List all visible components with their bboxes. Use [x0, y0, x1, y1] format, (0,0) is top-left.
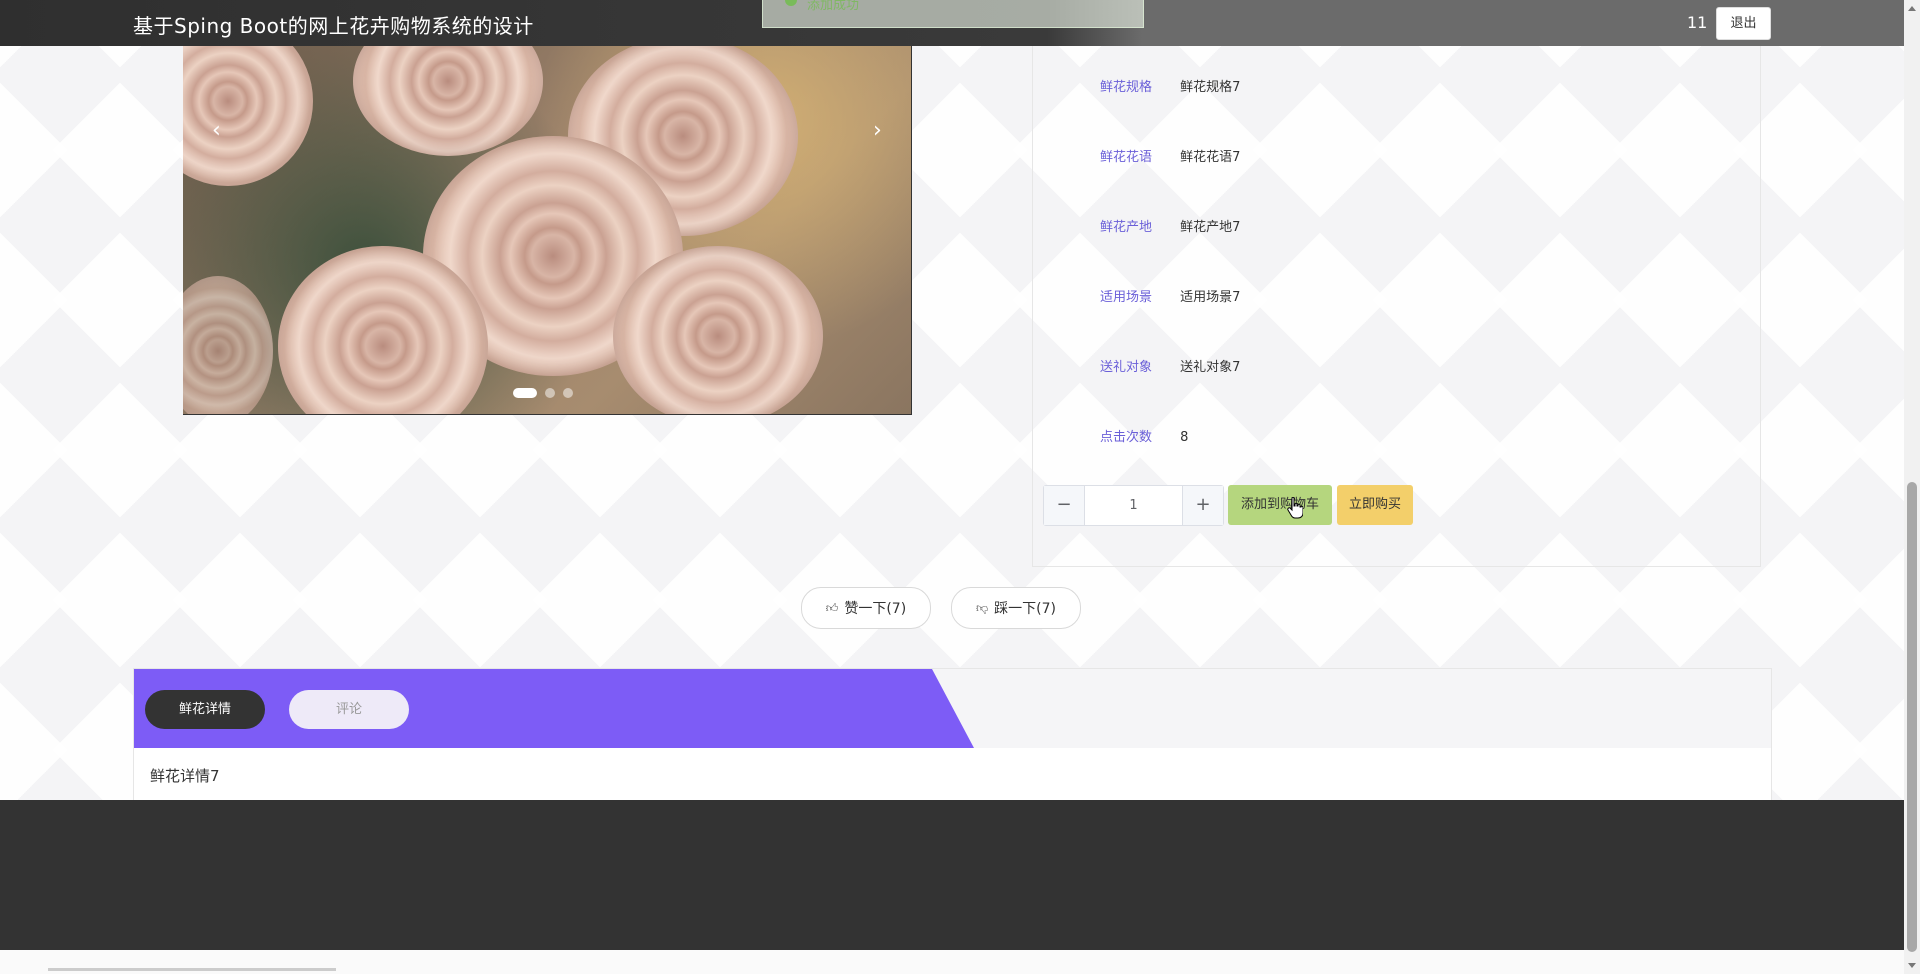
product-info-panel: 鲜花规格 鲜花规格7 鲜花花语 鲜花花语7 鲜花产地 鲜花产地7 适用场景 适用…: [1032, 46, 1761, 567]
username: 11: [1687, 13, 1708, 32]
rose-image: [353, 46, 543, 156]
attr-recipient: 送礼对象 送礼对象7: [1100, 356, 1240, 375]
site-title: 基于Sping Boot的网上花卉购物系统的设计: [133, 14, 534, 38]
product-image-carousel[interactable]: ‹ ›: [183, 46, 912, 415]
plus-icon[interactable]: +: [1182, 486, 1223, 525]
tab-flower-details[interactable]: 鲜花详情: [145, 690, 265, 729]
attr-spec: 鲜花规格 鲜花规格7: [1100, 76, 1240, 95]
quantity-input[interactable]: 1: [1085, 486, 1182, 525]
carousel-next-icon[interactable]: ›: [873, 118, 882, 143]
attr-value: 8: [1180, 430, 1189, 445]
rose-image: [183, 46, 313, 186]
logout-button[interactable]: 退出: [1716, 7, 1771, 40]
attr-value: 鲜花花语7: [1180, 150, 1241, 165]
horizontal-scroll-indicator: [48, 968, 336, 971]
attr-label: 鲜花规格: [1100, 80, 1153, 95]
attr-value: 鲜花规格7: [1180, 80, 1241, 95]
scrollbar-thumb[interactable]: [1907, 482, 1917, 952]
vertical-scrollbar[interactable]: [1904, 0, 1920, 974]
hand-cursor-icon: [1287, 497, 1303, 519]
attr-value: 适用场景7: [1180, 290, 1241, 305]
attr-label: 适用场景: [1100, 290, 1153, 305]
attr-value: 送礼对象7: [1180, 360, 1241, 375]
attr-clicks: 点击次数 8: [1100, 426, 1188, 445]
attr-scene: 适用场景 适用场景7: [1100, 286, 1240, 305]
success-toast: 添加成功: [762, 0, 1144, 28]
like-button[interactable]: 👍︎ 赞一下(7): [801, 587, 931, 629]
attr-label: 送礼对象: [1100, 360, 1153, 375]
attr-value: 鲜花产地7: [1180, 220, 1241, 235]
carousel-indicators: [513, 388, 573, 398]
toast-text: 添加成功: [807, 0, 860, 13]
tabs-header: 鲜花详情 评论: [134, 669, 1771, 748]
thumbs-down-icon: 👎︎: [975, 600, 989, 615]
attr-origin: 鲜花产地 鲜花产地7: [1100, 216, 1240, 235]
attr-label: 点击次数: [1100, 430, 1153, 445]
attr-label: 鲜花产地: [1100, 220, 1153, 235]
carousel-dot[interactable]: [513, 388, 537, 398]
rose-image: [183, 276, 273, 414]
like-label: 赞一下(7): [844, 601, 907, 617]
carousel-prev-icon[interactable]: ‹: [212, 118, 221, 143]
quantity-stepper: − 1 +: [1043, 485, 1224, 526]
page-footer: [0, 800, 1904, 950]
tab-comments[interactable]: 评论: [289, 690, 409, 729]
detail-tabs: 鲜花详情 评论 鲜花详情7: [133, 668, 1772, 801]
scroll-down-icon[interactable]: [1908, 963, 1916, 968]
add-to-cart-button[interactable]: 添加到购物车: [1228, 485, 1332, 525]
rose-image: [613, 246, 823, 414]
attr-language: 鲜花花语 鲜花花语7: [1100, 146, 1240, 165]
tab-content-text: 鲜花详情7: [150, 767, 220, 785]
scroll-up-icon[interactable]: [1908, 6, 1916, 11]
minus-icon[interactable]: −: [1044, 486, 1085, 525]
buy-now-button[interactable]: 立即购买: [1337, 485, 1413, 525]
carousel-dot[interactable]: [545, 388, 555, 398]
attr-label: 鲜花花语: [1100, 150, 1153, 165]
carousel-dot[interactable]: [563, 388, 573, 398]
dislike-button[interactable]: 👎︎ 踩一下(7): [951, 587, 1081, 629]
success-check-icon: [785, 0, 797, 6]
dislike-label: 踩一下(7): [994, 601, 1057, 617]
thumbs-up-icon: 👍︎: [825, 600, 839, 615]
